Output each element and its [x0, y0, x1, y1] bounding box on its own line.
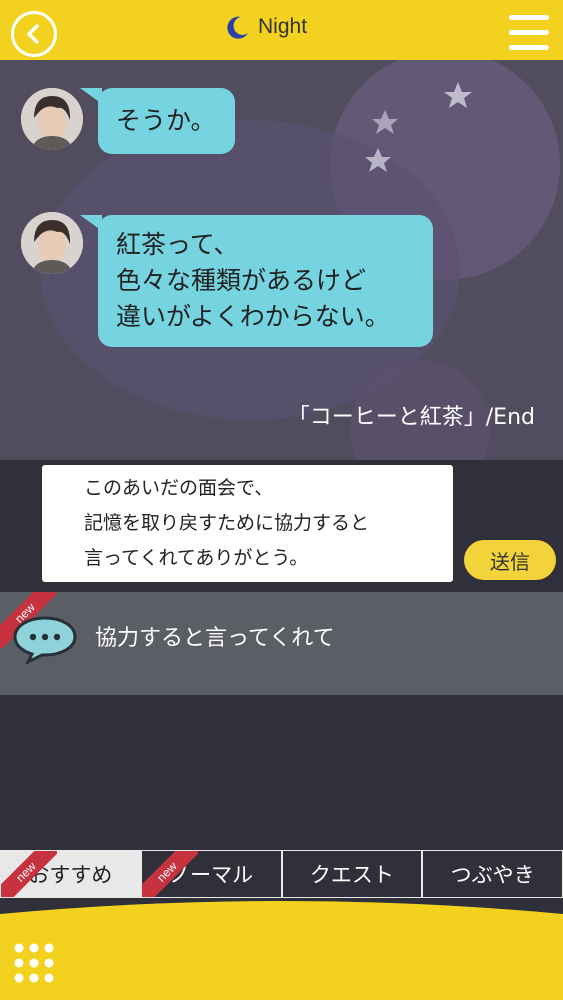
message-text: 紅茶って、 色々な種類があるけど 違いがよくわからない。	[116, 230, 390, 331]
tab-bar: new おすすめ new ノーマル クエスト つぶやき	[0, 850, 563, 898]
new-badge: new	[141, 851, 198, 897]
tab-label: つぶやき	[450, 863, 535, 887]
tab-label: クエスト	[309, 863, 394, 887]
grid-menu-icon[interactable]	[13, 942, 55, 984]
tab-quest[interactable]: クエスト	[281, 850, 423, 898]
reply-area: このあいだの面会で、 記憶を取り戻すために協力すると 言ってくれてありがとう。 …	[0, 460, 563, 592]
message-bubble: そうか。	[80, 88, 235, 154]
story-end-label: 「コーヒーと紅茶」/End	[287, 405, 535, 430]
bottom-bar	[0, 898, 563, 1000]
reply-text-field[interactable]: このあいだの面会で、 記憶を取り戻すために協力すると 言ってくれてありがとう。	[42, 465, 453, 582]
avatar[interactable]	[21, 88, 83, 150]
mode-indicator: Night	[224, 13, 307, 41]
avatar[interactable]	[21, 212, 83, 274]
speech-bubble-icon	[13, 616, 77, 664]
tab-normal[interactable]: new ノーマル	[140, 850, 282, 898]
suggestion-item[interactable]: new 協力すると言ってくれて	[0, 592, 563, 695]
message-bubble: 紅茶って、 色々な種類があるけど 違いがよくわからない。	[80, 215, 433, 347]
back-button[interactable]	[11, 11, 57, 57]
tab-recommended[interactable]: new おすすめ	[0, 850, 141, 898]
new-badge: new	[1, 851, 57, 897]
moon-icon	[227, 16, 248, 39]
chevron-left-icon	[27, 24, 39, 44]
message-text: そうか。	[116, 106, 216, 135]
hamburger-menu-icon[interactable]	[509, 15, 549, 51]
send-button[interactable]: 送信	[464, 540, 556, 580]
tab-tweets[interactable]: つぶやき	[422, 850, 563, 898]
bottom-bar-background	[0, 901, 563, 1000]
chat-area: そうか。 紅茶って、 色々な種類があるけど 違いがよくわからない。 「コーヒーと…	[0, 60, 563, 460]
mode-label: Night	[258, 15, 308, 38]
suggestion-text: 協力すると言ってくれて	[95, 626, 335, 651]
